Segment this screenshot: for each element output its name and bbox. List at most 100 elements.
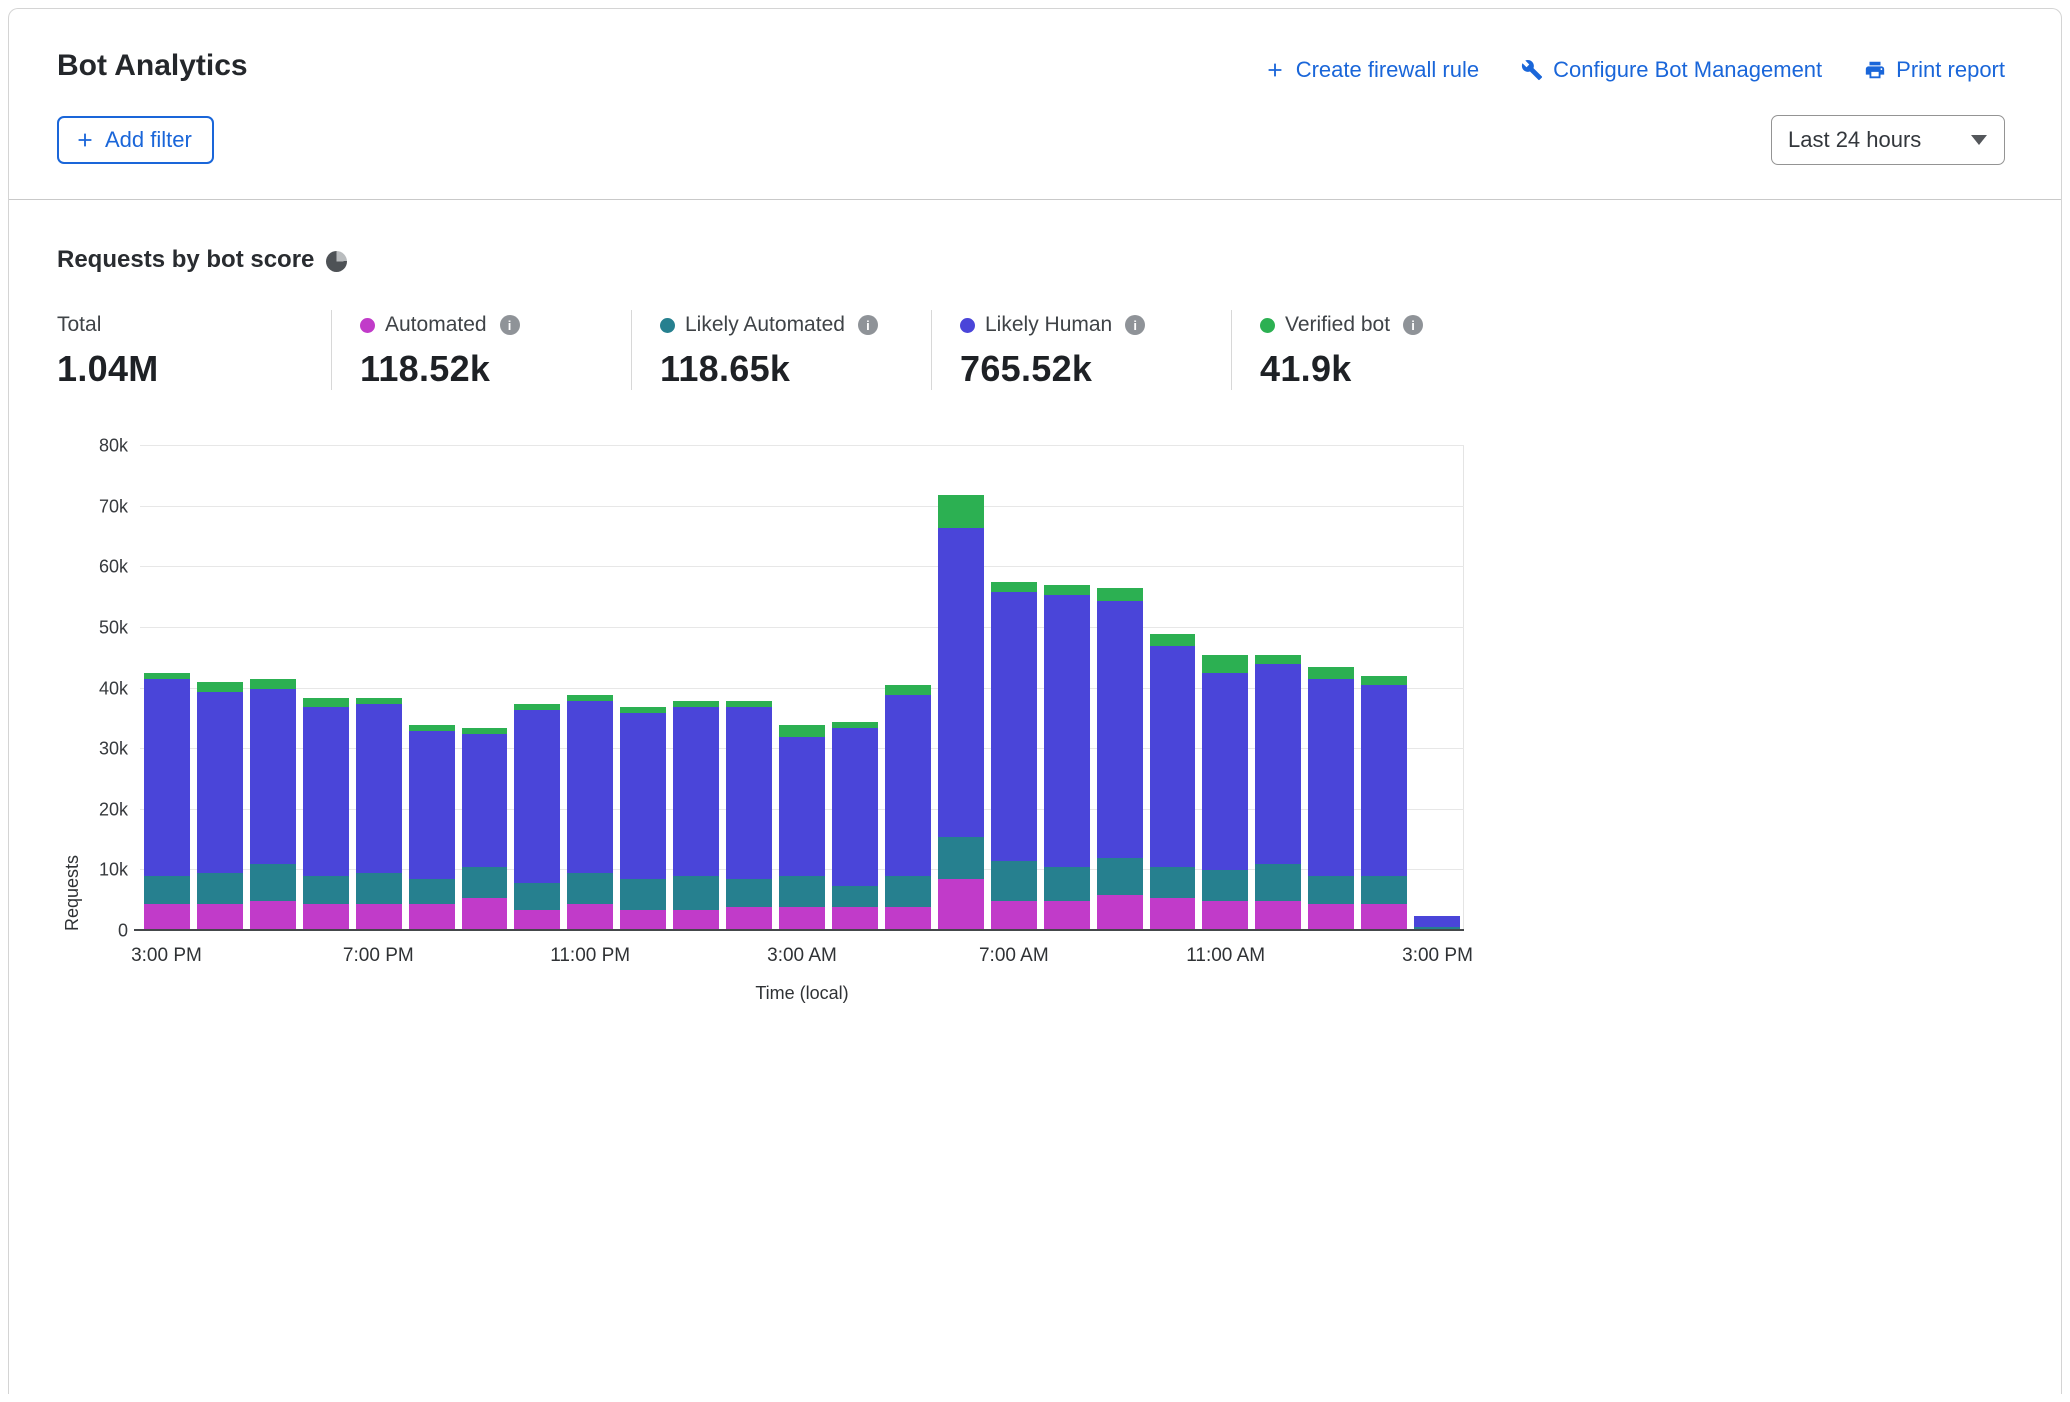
bar[interactable] — [1414, 446, 1460, 931]
bar-segment-automated — [885, 907, 931, 931]
bar[interactable] — [673, 446, 719, 931]
y-tick-label: 70k — [99, 496, 128, 517]
bar[interactable] — [1150, 446, 1196, 931]
bar-segment-likely-automated — [514, 883, 560, 910]
stat-label: Verified bot — [1285, 313, 1390, 337]
bar-segment-likely-human — [620, 713, 666, 880]
bar[interactable] — [1255, 446, 1301, 931]
bar[interactable] — [462, 446, 508, 931]
bar-segment-likely-human — [1308, 679, 1354, 876]
bar-segment-likely-human — [779, 737, 825, 876]
y-tick-label: 80k — [99, 436, 128, 457]
legend-dot — [360, 318, 375, 333]
add-filter-label: Add filter — [105, 127, 192, 153]
bar-segment-verified-bot — [197, 682, 243, 691]
stat-label: Automated — [385, 313, 487, 337]
bar[interactable] — [726, 446, 772, 931]
bar[interactable] — [567, 446, 613, 931]
bar[interactable] — [779, 446, 825, 931]
bar-segment-likely-automated — [779, 876, 825, 906]
bar[interactable] — [303, 446, 349, 931]
bar[interactable] — [197, 446, 243, 931]
stat-label: Total — [57, 313, 101, 337]
create-firewall-rule-link[interactable]: Create firewall rule — [1264, 57, 1479, 83]
print-report-link[interactable]: Print report — [1864, 57, 2005, 83]
stat-verified-bot: Verified bot 41.9k — [1231, 310, 1531, 390]
bar[interactable] — [409, 446, 455, 931]
y-axis-title: Requests — [62, 446, 83, 931]
bar-segment-automated — [567, 904, 613, 931]
x-tick-label: 11:00 AM — [1186, 945, 1265, 967]
bar[interactable] — [938, 446, 984, 931]
bar-segment-likely-automated — [144, 876, 190, 903]
bar[interactable] — [250, 446, 296, 931]
bar[interactable] — [144, 446, 190, 931]
requests-chart: Requests Time (local) 010k20k30k40k50k60… — [140, 446, 2005, 931]
y-tick-label: 0 — [118, 921, 128, 942]
bar-segment-likely-human — [938, 528, 984, 837]
stat-label: Likely Automated — [685, 313, 845, 337]
y-tick-label: 30k — [99, 739, 128, 760]
bar[interactable] — [1308, 446, 1354, 931]
chevron-down-icon — [1971, 135, 1987, 145]
bar[interactable] — [1361, 446, 1407, 931]
bar-segment-likely-human — [567, 701, 613, 874]
bar-segment-likely-human — [250, 689, 296, 865]
header-actions: Create firewall rule Configure Bot Manag… — [1264, 57, 2005, 83]
stat-value: 765.52k — [960, 348, 1231, 390]
bar[interactable] — [356, 446, 402, 931]
stat-value: 118.65k — [660, 348, 931, 390]
bar-segment-likely-automated — [1150, 867, 1196, 897]
stat-automated: Automated 118.52k — [331, 310, 631, 390]
bar-segment-automated — [1361, 904, 1407, 931]
bar-segment-likely-automated — [462, 867, 508, 897]
bar-segment-likely-automated — [1044, 867, 1090, 900]
bars — [140, 446, 1464, 931]
header: Bot Analytics Create firewall rule Confi… — [9, 9, 2061, 200]
wrench-icon — [1521, 59, 1543, 81]
info-icon[interactable] — [1403, 315, 1423, 335]
bar-segment-likely-automated — [1361, 876, 1407, 903]
bar[interactable] — [1044, 446, 1090, 931]
bar-segment-likely-human — [356, 704, 402, 874]
plus-icon — [74, 129, 96, 151]
x-tick-label: 3:00 PM — [131, 945, 202, 967]
bar-segment-automated — [1308, 904, 1354, 931]
printer-icon — [1864, 59, 1886, 81]
info-icon[interactable] — [1125, 315, 1145, 335]
bar-segment-likely-automated — [726, 879, 772, 906]
bar-segment-likely-automated — [356, 873, 402, 903]
bar-segment-verified-bot — [991, 582, 1037, 591]
stat-likely-automated: Likely Automated 118.65k — [631, 310, 931, 390]
bar[interactable] — [1202, 446, 1248, 931]
bar-segment-automated — [197, 904, 243, 931]
info-icon[interactable] — [858, 315, 878, 335]
bar-segment-likely-human — [991, 592, 1037, 862]
bar[interactable] — [832, 446, 878, 931]
bar-segment-likely-human — [303, 707, 349, 877]
bar-segment-verified-bot — [885, 685, 931, 694]
add-filter-button[interactable]: Add filter — [57, 116, 214, 164]
bar-segment-likely-human — [462, 734, 508, 867]
bar[interactable] — [885, 446, 931, 931]
info-icon[interactable] — [500, 315, 520, 335]
bar[interactable] — [991, 446, 1037, 931]
bar-segment-likely-human — [144, 679, 190, 876]
configure-bot-management-link[interactable]: Configure Bot Management — [1521, 57, 1822, 83]
x-tick-label: 11:00 PM — [550, 945, 630, 967]
bar-segment-likely-human — [832, 728, 878, 886]
bar-segment-likely-human — [885, 695, 931, 877]
bar-segment-automated — [303, 904, 349, 931]
x-tick-label: 7:00 AM — [979, 945, 1049, 967]
bar-segment-automated — [514, 910, 560, 931]
bar-segment-likely-automated — [673, 876, 719, 909]
x-axis-title: Time (local) — [755, 983, 848, 1004]
pie-chart-icon[interactable] — [326, 251, 347, 272]
time-range-select[interactable]: Last 24 hours — [1771, 115, 2005, 165]
bar[interactable] — [1097, 446, 1143, 931]
x-tick-label: 7:00 PM — [343, 945, 414, 967]
bar-segment-likely-automated — [832, 886, 878, 907]
bar[interactable] — [514, 446, 560, 931]
bar-segment-automated — [1044, 901, 1090, 931]
bar[interactable] — [620, 446, 666, 931]
